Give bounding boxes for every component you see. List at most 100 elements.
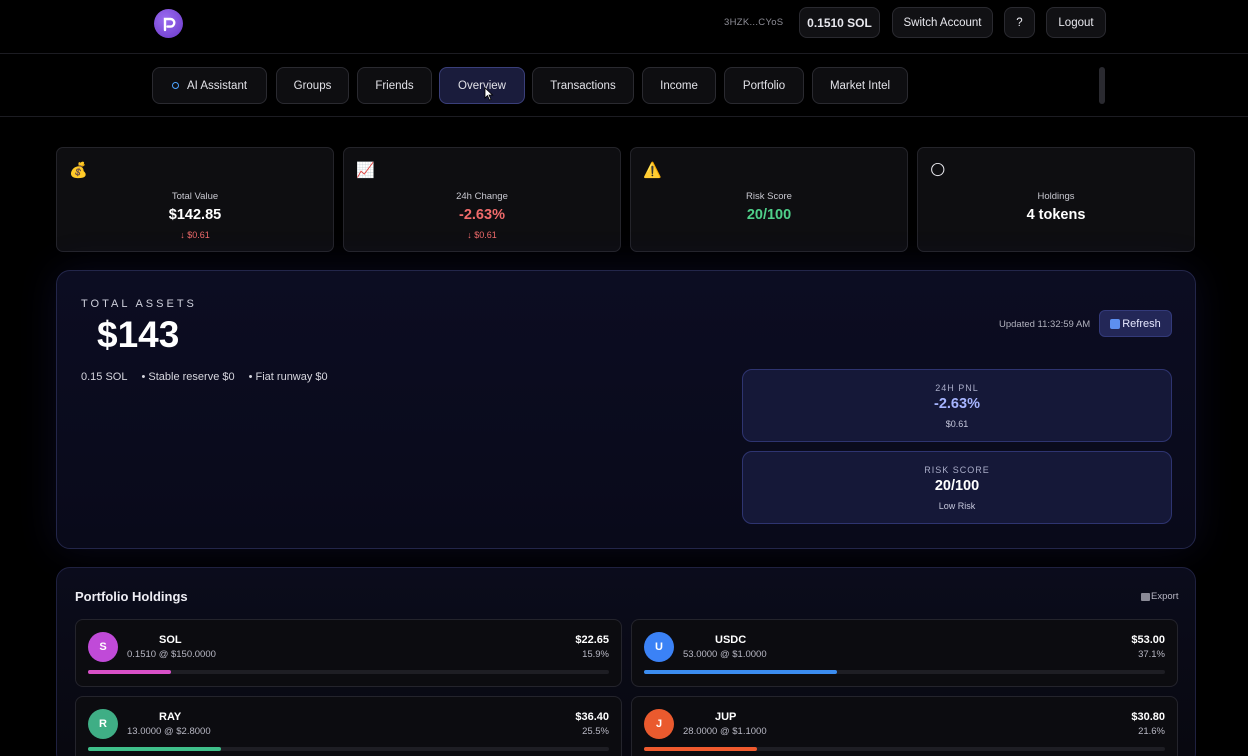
refresh-button[interactable]: Refresh <box>1099 310 1172 337</box>
switch-account-button[interactable]: Switch Account <box>892 7 993 38</box>
tab-label: Overview <box>458 79 506 92</box>
tab-market-intel[interactable]: Market Intel <box>812 67 908 104</box>
token-quantity: 0.1510 @ $150.0000 <box>127 649 216 660</box>
allocation-bar <box>644 747 1165 751</box>
chart-up-icon: 📈 <box>356 162 375 179</box>
stat-change: ↓ $0.61 <box>180 230 210 240</box>
pnl-label: 24H PNL <box>935 383 979 393</box>
pnl-value: -2.63% <box>934 396 980 412</box>
export-icon <box>1141 592 1150 601</box>
refresh-label: Refresh <box>1122 317 1161 330</box>
token-percentage: 25.5% <box>582 726 609 737</box>
refresh-icon <box>1110 318 1121 329</box>
token-symbol: USDC <box>715 634 747 646</box>
token-avatar: J <box>644 709 674 739</box>
app-logo[interactable] <box>154 9 183 38</box>
tab-label: Groups <box>293 79 332 92</box>
stat-change: ↓ $0.61 <box>467 230 497 240</box>
tab-label: Transactions <box>550 79 616 92</box>
tab-groups[interactable]: Groups <box>276 67 349 104</box>
export-button[interactable]: Export <box>1141 591 1178 602</box>
holding-card-ray[interactable]: R RAY 13.0000 @ $2.8000 $36.40 25.5% <box>75 696 622 756</box>
stat-card-total-value: 💰 Total Value $142.85 ↓ $0.61 <box>56 147 334 252</box>
token-percentage: 15.9% <box>582 649 609 660</box>
tab-label: Income <box>660 79 698 92</box>
token-percentage: 21.6% <box>1138 726 1165 737</box>
risk-level: Low Risk <box>938 501 976 511</box>
risk-label: RISK SCORE <box>924 465 990 475</box>
tabs-scrollbar[interactable] <box>1099 67 1105 104</box>
token-quantity: 53.0000 @ $1.0000 <box>683 649 767 660</box>
portfolio-holdings-panel: Portfolio Holdings Export S SOL 0.1510 @… <box>56 567 1196 756</box>
token-value: $36.40 <box>575 711 609 723</box>
stat-card-holdings: 🌕 Holdings 4 tokens <box>917 147 1195 252</box>
allocation-bar <box>88 747 609 751</box>
risk-value: 20/100 <box>934 478 980 494</box>
stat-card-24h-change: 📈 24h Change -2.63% ↓ $0.61 <box>343 147 621 252</box>
token-value: $22.65 <box>575 634 609 646</box>
tab-transactions[interactable]: Transactions <box>532 67 634 104</box>
main-tabs: AI Assistant Groups Friends Overview Tra… <box>0 55 1248 117</box>
updated-timestamp: Updated 11:32:59 AM <box>999 319 1091 330</box>
token-avatar: R <box>88 709 118 739</box>
moon-icon: 🌕 <box>930 162 946 179</box>
tab-label: AI Assistant <box>186 79 248 92</box>
stat-label: Risk Score <box>746 191 792 202</box>
tab-income[interactable]: Income <box>642 67 716 104</box>
tab-label: Portfolio <box>742 79 786 92</box>
token-symbol: JUP <box>715 711 737 723</box>
stat-label: Total Value <box>171 191 219 202</box>
allocation-fill <box>644 747 757 751</box>
tab-overview[interactable]: Overview <box>439 67 525 104</box>
token-percentage: 37.1% <box>1138 649 1165 660</box>
export-label: Export <box>1151 591 1179 602</box>
allocation-bar <box>644 670 1165 674</box>
allocation-fill <box>88 747 221 751</box>
token-quantity: 13.0000 @ $2.8000 <box>127 726 211 737</box>
token-value: $53.00 <box>1131 634 1165 646</box>
tab-ai-assistant[interactable]: AI Assistant <box>152 67 267 104</box>
pnl-card: 24H PNL -2.63% $0.61 <box>742 369 1172 442</box>
stat-value: -2.63% <box>459 207 505 223</box>
pnl-amount: $0.61 <box>945 419 969 429</box>
stat-label: 24h Change <box>456 191 508 202</box>
token-value: $30.80 <box>1131 711 1165 723</box>
risk-score-card: RISK SCORE 20/100 Low Risk <box>742 451 1172 524</box>
allocation-fill <box>644 670 838 674</box>
stat-label: Holdings <box>1037 191 1075 202</box>
token-avatar: U <box>644 632 674 662</box>
asset-breakdown: 0.15 SOL • Stable reserve $0 • Fiat runw… <box>81 371 328 383</box>
top-bar: 3HZK...CYoS 0.1510 SOL Switch Account ? … <box>0 0 1248 54</box>
mouse-cursor-icon <box>484 87 494 101</box>
tab-label: Market Intel <box>829 79 891 92</box>
holdings-title: Portfolio Holdings <box>75 589 188 604</box>
tab-label: Friends <box>375 79 414 92</box>
token-symbol: SOL <box>159 634 182 646</box>
stat-card-risk-score: ⚠️ Risk Score 20/100 <box>630 147 908 252</box>
holding-card-jup[interactable]: J JUP 28.0000 @ $1.1000 $30.80 21.6% <box>631 696 1178 756</box>
help-button[interactable]: ? <box>1004 7 1035 38</box>
holding-card-sol[interactable]: S SOL 0.1510 @ $150.0000 $22.65 15.9% <box>75 619 622 687</box>
token-avatar: S <box>88 632 118 662</box>
total-assets-label: TOTAL ASSETS <box>81 298 197 310</box>
token-symbol: RAY <box>159 711 182 723</box>
allocation-fill <box>88 670 171 674</box>
total-assets-value: $143 <box>97 314 180 355</box>
stat-value: 20/100 <box>746 207 792 223</box>
logout-button[interactable]: Logout <box>1046 7 1106 38</box>
tab-portfolio[interactable]: Portfolio <box>724 67 804 104</box>
money-bag-icon: 💰 <box>69 162 88 179</box>
fiat-runway-text: • Fiat runway $0 <box>248 371 328 383</box>
sol-holding-text: 0.15 SOL <box>81 371 128 383</box>
stat-value: $142.85 <box>168 207 222 223</box>
stat-value: 4 tokens <box>1026 207 1086 223</box>
token-quantity: 28.0000 @ $1.1000 <box>683 726 767 737</box>
ai-assistant-icon <box>171 82 179 89</box>
sol-balance-button[interactable]: 0.1510 SOL <box>799 7 880 38</box>
logo-mark-icon <box>163 17 175 31</box>
wallet-address: 3HZK...CYoS <box>724 17 784 28</box>
warning-icon: ⚠️ <box>643 162 662 179</box>
holding-card-usdc[interactable]: U USDC 53.0000 @ $1.0000 $53.00 37.1% <box>631 619 1178 687</box>
stable-reserve-text: • Stable reserve $0 <box>141 371 235 383</box>
tab-friends[interactable]: Friends <box>357 67 432 104</box>
